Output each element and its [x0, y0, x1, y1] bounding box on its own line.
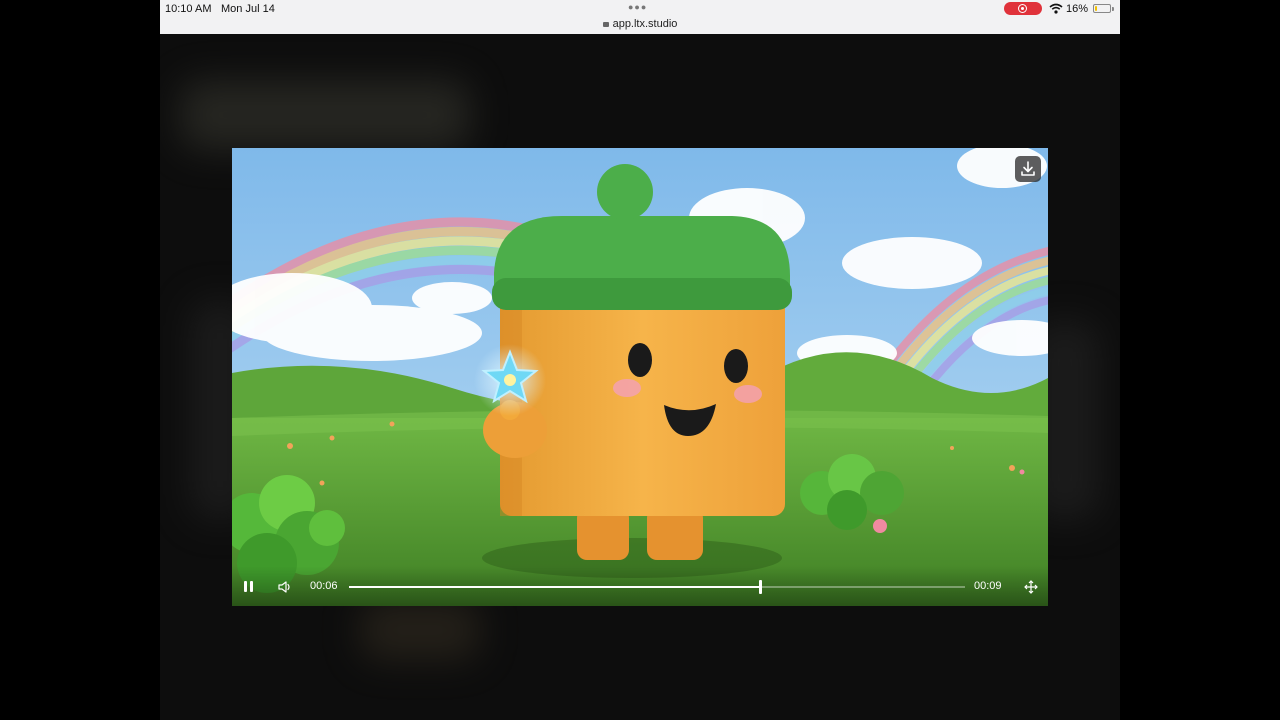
- url-text: app.ltx.studio: [612, 18, 678, 30]
- duration: 00:09: [974, 580, 1002, 592]
- screen-record-icon[interactable]: [1004, 2, 1042, 15]
- more-dots-icon[interactable]: ●●●: [628, 2, 647, 12]
- pause-icon: [244, 581, 247, 592]
- address-bar[interactable]: app.ltx.studio: [160, 18, 1120, 30]
- wifi-icon: [1049, 3, 1063, 14]
- seek-handle[interactable]: [758, 580, 762, 594]
- blurred-backdrop: [180, 80, 470, 150]
- pause-button[interactable]: [242, 580, 256, 594]
- video-controls: 00:06 00:09: [232, 566, 1048, 606]
- glowing-star: [474, 344, 546, 416]
- battery-percent: 16%: [1066, 3, 1089, 15]
- lock-icon: [602, 22, 609, 27]
- status-date: Mon Jul 14: [221, 3, 275, 15]
- current-time: 00:06: [310, 580, 338, 592]
- ipad-screen: 10:10 AM Mon Jul 14 ●●● app.ltx.studio 1…: [160, 0, 1120, 720]
- fullscreen-icon[interactable]: [1024, 580, 1038, 594]
- seek-progress: [349, 586, 760, 588]
- seek-bar[interactable]: [349, 580, 965, 594]
- volume-icon[interactable]: [277, 580, 293, 594]
- download-button[interactable]: [1015, 156, 1041, 182]
- download-icon: [1021, 161, 1035, 176]
- battery-icon: [1093, 4, 1111, 13]
- status-bar: 10:10 AM Mon Jul 14 ●●● app.ltx.studio 1…: [160, 0, 1120, 34]
- blurred-backdrop: [360, 600, 480, 660]
- video-frame: [232, 148, 1048, 606]
- video-player[interactable]: 00:06 00:09: [232, 148, 1048, 606]
- status-time: 10:10 AM: [165, 3, 212, 15]
